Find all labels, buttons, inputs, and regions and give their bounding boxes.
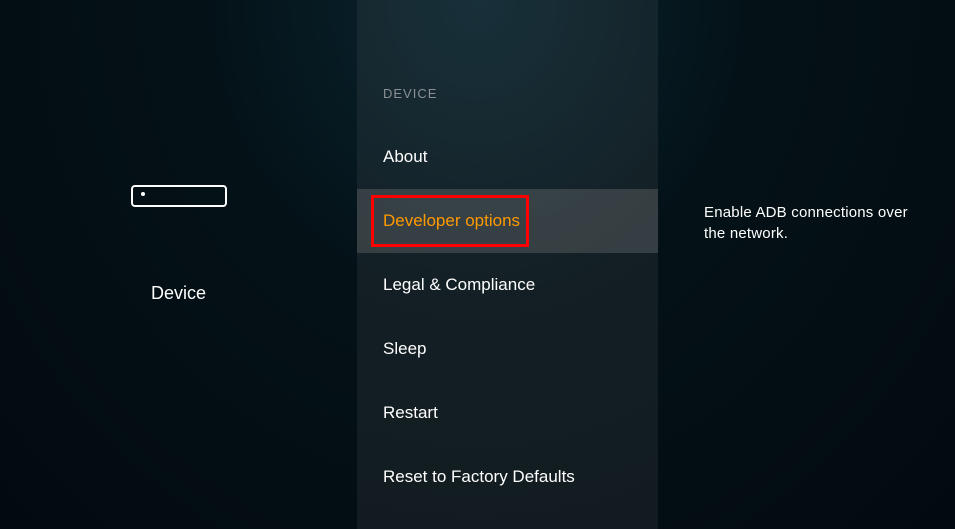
option-description: Enable ADB connections over the network.	[704, 202, 931, 244]
menu-item-restart[interactable]: Restart	[357, 381, 658, 445]
device-menu: DEVICE About Developer options Legal & C…	[357, 0, 658, 529]
left-panel: Device	[0, 0, 357, 529]
section-header: DEVICE	[357, 86, 658, 125]
menu-item-sleep[interactable]: Sleep	[357, 317, 658, 381]
menu-item-developer-options[interactable]: Developer options	[357, 189, 658, 253]
menu-item-legal-compliance[interactable]: Legal & Compliance	[357, 253, 658, 317]
device-category-label: Device	[151, 283, 206, 304]
menu-item-about[interactable]: About	[357, 125, 658, 189]
menu-item-label: Developer options	[383, 211, 520, 230]
menu-item-reset-factory-defaults[interactable]: Reset to Factory Defaults	[357, 445, 658, 509]
device-icon	[131, 185, 227, 207]
description-panel: Enable ADB connections over the network.	[658, 0, 955, 529]
